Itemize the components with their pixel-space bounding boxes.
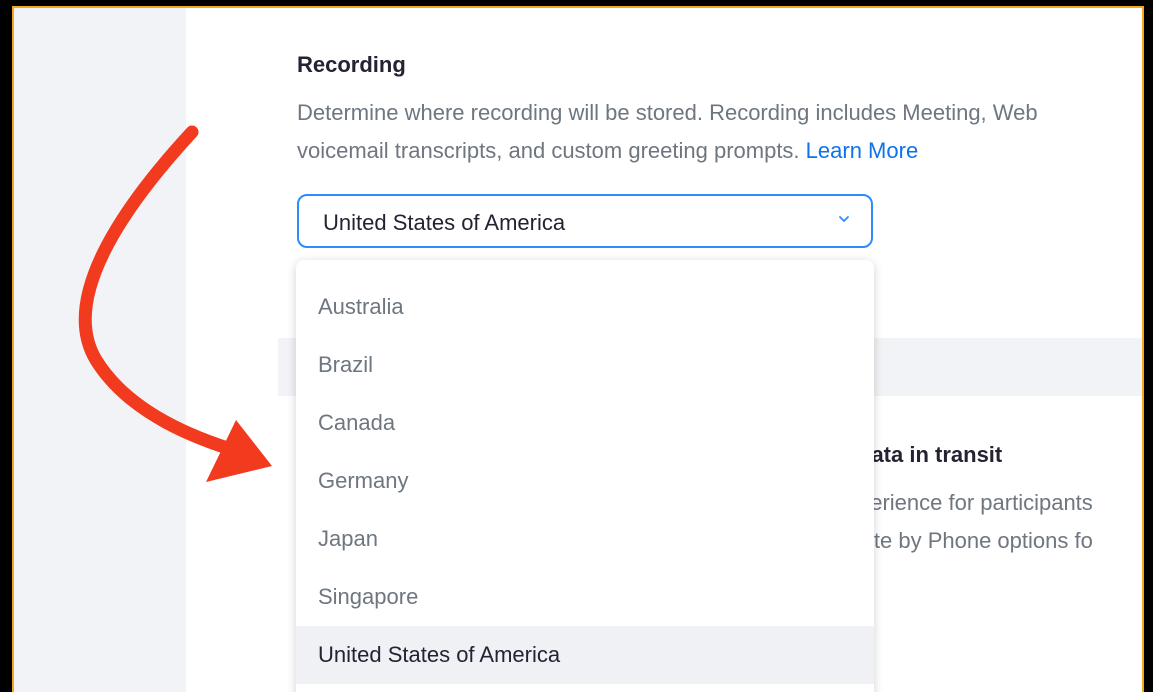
- region-option-germany[interactable]: Germany: [296, 452, 874, 510]
- recording-description: Determine where recording will be stored…: [297, 94, 1142, 170]
- region-select-value: United States of America: [323, 210, 566, 235]
- recording-description-line2: voicemail transcripts, and custom greeti…: [297, 132, 1142, 170]
- chevron-down-icon: [839, 216, 849, 222]
- region-option-singapore[interactable]: Singapore: [296, 568, 874, 626]
- learn-more-link[interactable]: Learn More: [806, 138, 919, 163]
- recording-description-line1: Determine where recording will be stored…: [297, 100, 1038, 125]
- encryption-description-line1: perience for participants: [858, 490, 1093, 515]
- settings-content: Recording Determine where recording will…: [186, 8, 1142, 692]
- region-option-japan[interactable]: Japan: [296, 510, 874, 568]
- region-option-canada[interactable]: Canada: [296, 394, 874, 452]
- encryption-description-line2: vite by Phone options fo: [858, 528, 1093, 553]
- region-option-united-states[interactable]: United States of America: [296, 626, 874, 684]
- settings-panel: Recording Determine where recording will…: [12, 6, 1144, 692]
- recording-description-text: voicemail transcripts, and custom greeti…: [297, 138, 800, 163]
- region-option-australia[interactable]: Australia: [296, 278, 874, 336]
- encryption-heading: data in transit: [858, 442, 1003, 467]
- recording-title: Recording: [297, 52, 406, 77]
- region-dropdown-menu: Australia Brazil Canada Germany Japan Si…: [296, 260, 874, 692]
- left-sidebar: [14, 8, 186, 692]
- region-option-brazil[interactable]: Brazil: [296, 336, 874, 394]
- region-select[interactable]: United States of America: [297, 194, 873, 248]
- encryption-description: perience for participants vite by Phone …: [858, 484, 1093, 560]
- screenshot-frame: Recording Determine where recording will…: [0, 0, 1153, 692]
